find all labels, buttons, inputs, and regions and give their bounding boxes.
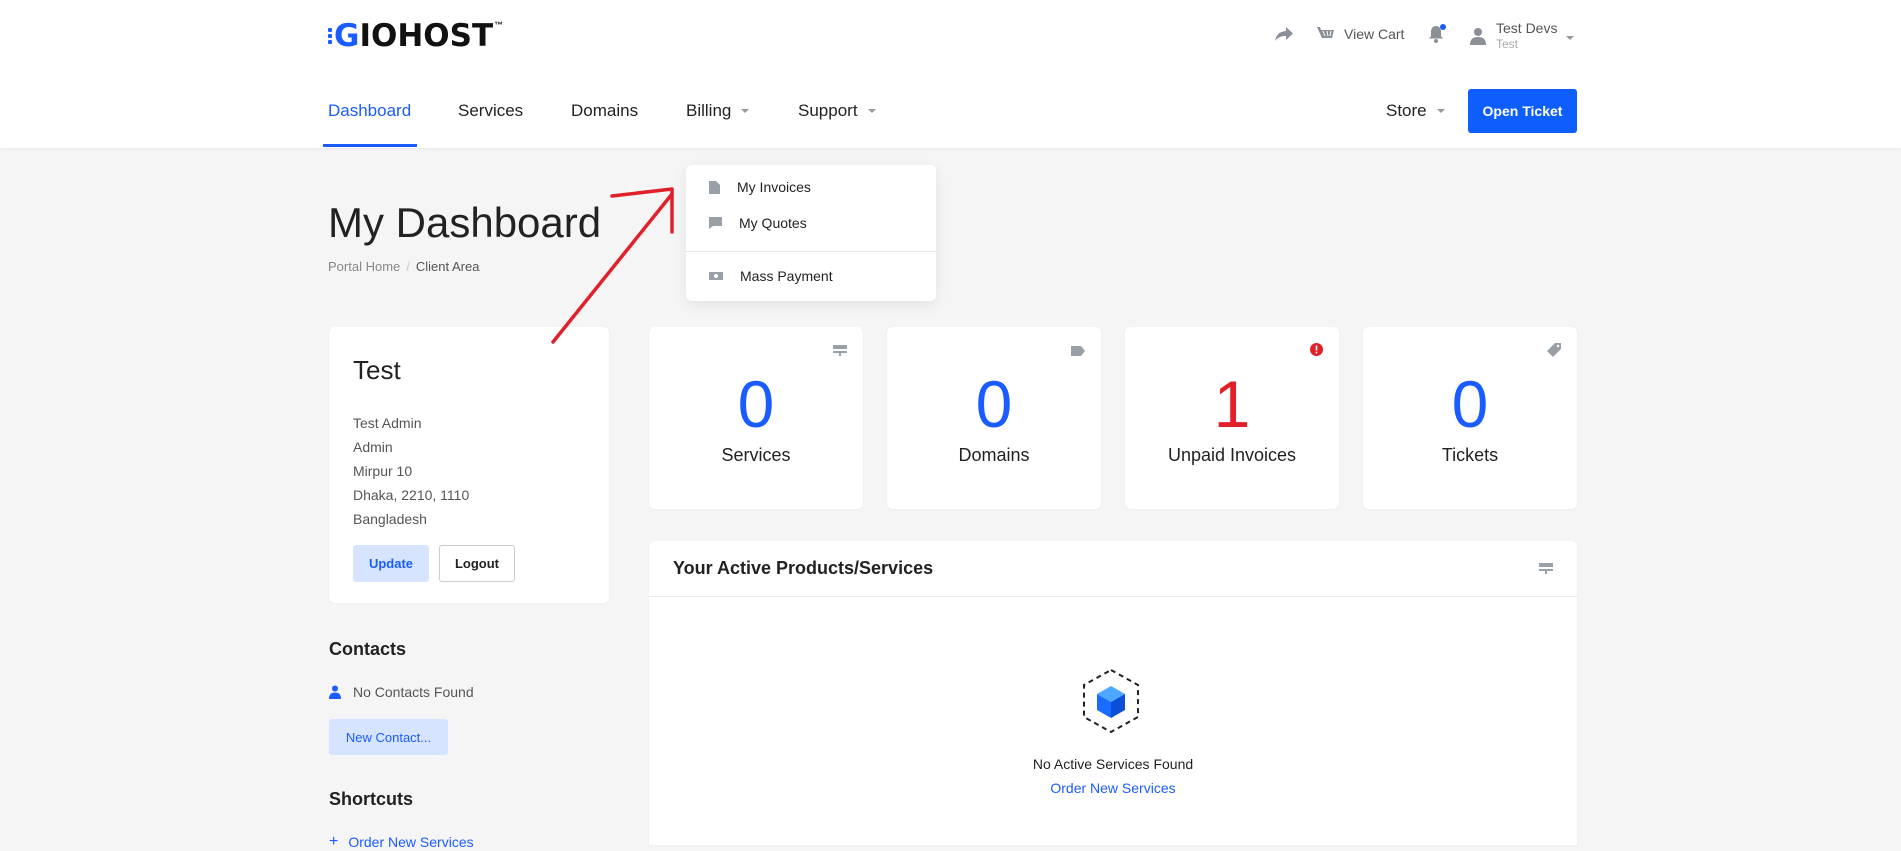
active-products-panel: Your Active Products/Services No Active … <box>649 541 1577 845</box>
contacts-empty: No Contacts Found <box>329 684 474 700</box>
cube-icon <box>1081 668 1141 739</box>
menu-divider <box>686 251 936 252</box>
shortcuts-heading: Shortcuts <box>329 789 414 809</box>
plus-icon: + <box>329 833 339 850</box>
stat-label: Unpaid Invoices <box>1167 445 1297 465</box>
tag-icon <box>1071 343 1085 361</box>
menu-item-mass-payment[interactable]: Mass Payment <box>709 268 833 284</box>
nav-store[interactable]: Store <box>1386 101 1445 121</box>
breadcrumb-home[interactable]: Portal Home <box>328 259 400 274</box>
billing-dropdown-menu: My Invoices My Quotes Mass Payment <box>686 165 936 301</box>
stat-value: 0 <box>737 367 775 441</box>
notification-dot <box>1440 24 1446 30</box>
empty-services-message: No Active Services Found <box>1032 756 1194 772</box>
stat-unpaid-invoices[interactable]: 1 Unpaid Invoices <box>1125 327 1339 509</box>
panel-title: Your Active Products/Services <box>673 558 934 578</box>
server-icon <box>833 343 847 361</box>
profile-card: Test Test Admin Admin Mirpur 10 Dhaka, 2… <box>329 327 609 603</box>
stat-value: 0 <box>1451 367 1489 441</box>
stat-domains[interactable]: 0 Domains <box>887 327 1101 509</box>
chevron-down-icon <box>1436 109 1445 113</box>
chevron-down-icon <box>741 109 750 113</box>
money-icon <box>709 272 723 280</box>
ticket-icon <box>1547 343 1561 362</box>
chevron-down-icon <box>867 109 876 113</box>
profile-address: Test Admin Admin Mirpur 10 Dhaka, 2210, … <box>353 415 470 527</box>
order-new-services-link[interactable]: Order New Services <box>649 780 1577 796</box>
alert-icon <box>1310 343 1323 361</box>
chevron-down-icon <box>1566 36 1575 40</box>
menu-item-my-quotes[interactable]: My Quotes <box>709 215 807 231</box>
nav-services[interactable]: Services <box>458 101 523 121</box>
nav-billing[interactable]: Billing <box>686 101 750 121</box>
nav-domains[interactable]: Domains <box>571 101 638 121</box>
update-button[interactable]: Update <box>353 545 429 582</box>
main-nav: Dashboard Services Domains Billing Suppo… <box>0 95 1901 148</box>
open-ticket-button[interactable]: Open Ticket <box>1468 89 1577 133</box>
document-icon <box>709 180 720 194</box>
logout-button[interactable]: Logout <box>439 545 515 582</box>
stat-label: Tickets <box>1441 445 1499 465</box>
menu-item-my-invoices[interactable]: My Invoices <box>709 179 811 195</box>
user-menu[interactable]: Test Devs Test <box>1469 20 1575 52</box>
breadcrumb: Portal Home / Client Area <box>328 259 480 274</box>
nav-support[interactable]: Support <box>798 101 876 121</box>
user-icon <box>329 685 341 699</box>
stat-value: 1 <box>1213 367 1251 441</box>
user-icon <box>1470 28 1486 45</box>
notifications-icon[interactable] <box>1428 24 1446 43</box>
stat-label: Services <box>721 445 791 465</box>
top-header: GIOHOST ™ View Cart Test Devs Test Dashb… <box>0 0 1901 148</box>
profile-name: Test <box>353 355 401 385</box>
page-title: My Dashboard <box>328 199 602 246</box>
brand-logo[interactable]: GIOHOST ™ <box>328 18 503 54</box>
stat-tickets[interactable]: 0 Tickets <box>1363 327 1577 509</box>
cart-icon <box>1317 27 1334 38</box>
nav-dashboard[interactable]: Dashboard <box>328 101 411 121</box>
contacts-heading: Contacts <box>329 639 407 659</box>
comment-icon <box>709 217 722 229</box>
stat-value: 0 <box>975 367 1013 441</box>
new-contact-button[interactable]: New Contact... <box>329 719 448 755</box>
view-cart-link[interactable]: View Cart <box>1316 25 1404 43</box>
shortcut-order-new-services[interactable]: + Order New Services <box>329 833 474 851</box>
active-tab-indicator <box>323 144 417 147</box>
server-icon <box>1539 561 1553 579</box>
stat-label: Domains <box>958 445 1030 465</box>
stat-services[interactable]: 0 Services <box>649 327 863 509</box>
share-icon[interactable] <box>1274 26 1294 42</box>
breadcrumb-current: Client Area <box>415 259 480 274</box>
